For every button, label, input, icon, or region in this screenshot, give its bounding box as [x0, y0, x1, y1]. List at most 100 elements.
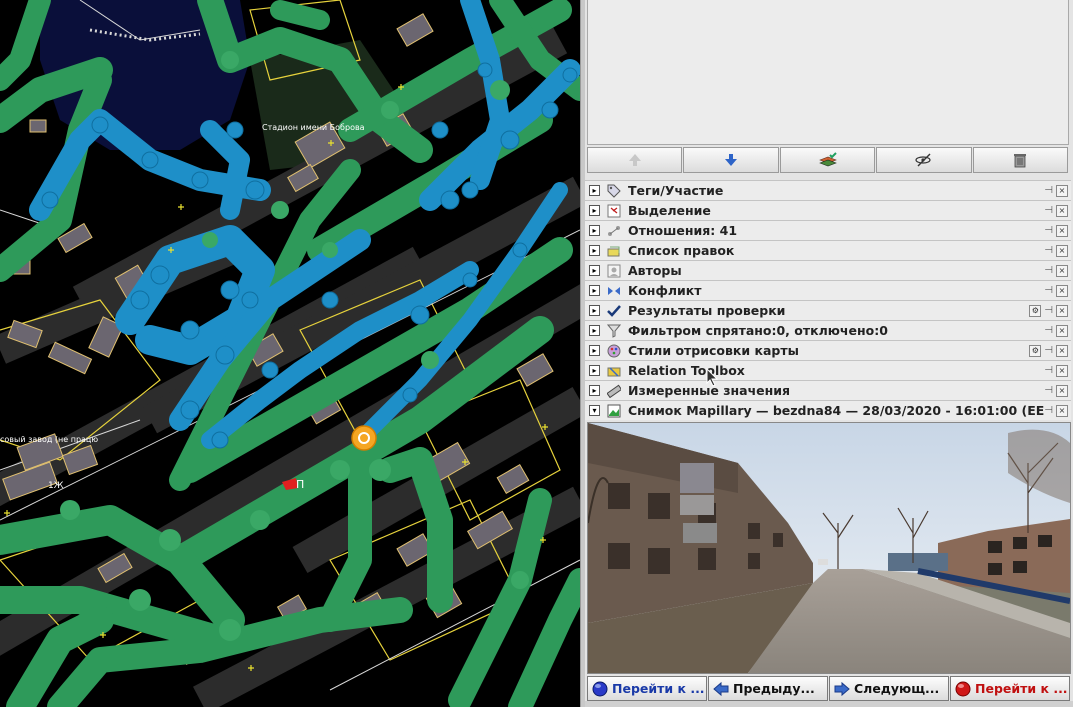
pin-icon[interactable]: ⊣	[1044, 185, 1053, 196]
arrow-up-icon	[628, 154, 641, 166]
goto-red-button[interactable]: Перейти к ...	[950, 676, 1070, 701]
toggle-dialog-list: ▸ Теги/Участие ⊣ × ▸ Выделение ⊣ × ▸ Отнош…	[585, 180, 1071, 420]
pin-icon[interactable]: ⊣	[1044, 325, 1053, 336]
filter-icon	[606, 323, 621, 338]
next-button[interactable]: Следующ...	[829, 676, 949, 701]
panel-relation-toolbox[interactable]: ▸ Relation Toolbox ⊣ ×	[585, 360, 1071, 380]
expand-toggle[interactable]: ▸	[589, 365, 600, 376]
image-navigation: Перейти к ... Предыду... Следующ... Пере…	[587, 676, 1071, 701]
mapillary-photo[interactable]	[587, 422, 1071, 674]
activate-layer-button[interactable]	[779, 147, 876, 173]
map-label-mark: П	[296, 478, 304, 491]
move-up-button[interactable]	[587, 147, 683, 173]
status-strip	[585, 701, 1073, 707]
previous-button[interactable]: Предыду...	[708, 676, 828, 701]
conflict-icon	[606, 283, 621, 298]
map-view[interactable]: Стадион имени Боброва совый завод (не пр…	[0, 0, 580, 707]
panel-title: Выделение	[628, 203, 711, 218]
expand-toggle[interactable]: ▸	[589, 285, 600, 296]
mapillary-image-icon	[606, 403, 621, 418]
panel-title: Снимок Mapillary — bezdna84 — 28/03/2020…	[628, 403, 1045, 418]
panel-title: Конфликт	[628, 283, 702, 298]
validation-icon	[606, 303, 621, 318]
pin-icon[interactable]: ⊣	[1044, 385, 1053, 396]
pin-icon[interactable]: ⊣	[1044, 205, 1053, 216]
delete-layer-button[interactable]	[972, 147, 1069, 173]
panel-conflict[interactable]: ▸ Конфликт ⊣ ×	[585, 280, 1071, 300]
panel-title: Стили отрисовки карты	[628, 343, 799, 358]
panel-title: Список правок	[628, 243, 735, 258]
eye-slash-icon	[915, 153, 931, 167]
panel-map-styles[interactable]: ▸ Стили отрисовки карты ⚙ ⊣ ×	[585, 340, 1071, 360]
expand-toggle[interactable]: ▸	[589, 205, 600, 216]
close-icon[interactable]: ×	[1056, 264, 1068, 277]
pin-icon[interactable]: ⊣	[1044, 305, 1053, 316]
layer-toolbar	[587, 147, 1069, 173]
panel-tags[interactable]: ▸ Теги/Участие ⊣ ×	[585, 180, 1071, 200]
previous-label: Предыду...	[733, 681, 815, 696]
close-icon[interactable]: ×	[1056, 364, 1068, 377]
map-canvas[interactable]: Стадион имени Боброва совый завод (не пр…	[0, 0, 580, 707]
close-icon[interactable]: ×	[1056, 204, 1068, 217]
settings-icon[interactable]: ⚙	[1029, 304, 1042, 317]
panel-filter[interactable]: ▸ Фильтром спрятано:0, отключено:0 ⊣ ×	[585, 320, 1071, 340]
map-label-stadium: Стадион имени Боброва	[262, 123, 365, 132]
selected-image-marker[interactable]	[351, 425, 377, 451]
goto-red-label: Перейти к ...	[975, 681, 1068, 696]
panel-selection[interactable]: ▸ Выделение ⊣ ×	[585, 200, 1071, 220]
arrow-right-icon	[834, 681, 850, 696]
expand-toggle[interactable]: ▸	[589, 345, 600, 356]
pin-icon[interactable]: ⊣	[1044, 285, 1053, 296]
panel-authors[interactable]: ▸ Авторы ⊣ ×	[585, 260, 1071, 280]
close-icon[interactable]: ×	[1056, 304, 1068, 317]
trash-icon	[1014, 154, 1027, 168]
panel-title: Отношения: 41	[628, 223, 738, 238]
panel-measurements[interactable]: ▸ Измеренные значения ⊣ ×	[585, 380, 1071, 400]
pin-icon[interactable]: ⊣	[1044, 365, 1053, 376]
collapse-toggle[interactable]: ▾	[589, 405, 600, 416]
expand-toggle[interactable]: ▸	[589, 225, 600, 236]
expand-toggle[interactable]: ▸	[589, 385, 600, 396]
expand-toggle[interactable]: ▸	[589, 265, 600, 276]
relation-icon	[606, 223, 621, 238]
layers-check-icon	[818, 152, 837, 167]
pin-icon[interactable]: ⊣	[1044, 225, 1053, 236]
move-down-button[interactable]	[683, 147, 779, 173]
pin-icon[interactable]: ⊣	[1044, 345, 1053, 356]
pin-icon[interactable]: ⊣	[1044, 265, 1053, 276]
expand-toggle[interactable]: ▸	[589, 305, 600, 316]
close-icon[interactable]: ×	[1056, 324, 1068, 337]
panel-mapillary-image[interactable]: ▾ Снимок Mapillary — bezdna84 — 28/03/20…	[585, 400, 1071, 420]
changeset-icon	[606, 243, 621, 258]
map-label-building: 1Ж	[48, 481, 64, 491]
expand-toggle[interactable]: ▸	[589, 325, 600, 336]
panel-title: Теги/Участие	[628, 183, 724, 198]
pin-icon[interactable]: ⊣	[1044, 405, 1053, 416]
close-icon[interactable]: ×	[1056, 284, 1068, 297]
blue-circle-icon	[592, 681, 608, 696]
toggle-visibility-button[interactable]	[876, 147, 972, 173]
settings-icon[interactable]: ⚙	[1029, 344, 1042, 357]
expand-toggle[interactable]: ▸	[589, 245, 600, 256]
panel-title: Relation Toolbox	[628, 363, 745, 378]
expand-toggle[interactable]: ▸	[589, 185, 600, 196]
close-icon[interactable]: ×	[1056, 384, 1068, 397]
close-icon[interactable]: ×	[1056, 224, 1068, 237]
map-style-icon	[606, 343, 621, 358]
side-panel: ▸ Теги/Участие ⊣ × ▸ Выделение ⊣ × ▸ Отнош…	[585, 0, 1073, 707]
close-icon[interactable]: ×	[1056, 344, 1068, 357]
panel-changesets[interactable]: ▸ Список правок ⊣ ×	[585, 240, 1071, 260]
close-icon[interactable]: ×	[1056, 244, 1068, 257]
panel-title: Измеренные значения	[628, 383, 791, 398]
pin-icon[interactable]: ⊣	[1044, 245, 1053, 256]
goto-first-button[interactable]: Перейти к ...	[587, 676, 707, 701]
close-icon[interactable]: ×	[1056, 404, 1068, 417]
panel-relations[interactable]: ▸ Отношения: 41 ⊣ ×	[585, 220, 1071, 240]
layer-list[interactable]	[587, 0, 1069, 145]
arrow-down-icon	[725, 154, 738, 166]
close-icon[interactable]: ×	[1056, 184, 1068, 197]
panel-validation[interactable]: ▸ Результаты проверки ⚙ ⊣ ×	[585, 300, 1071, 320]
mouse-cursor-icon	[706, 368, 719, 387]
selection-icon	[606, 203, 621, 218]
authors-icon	[606, 263, 621, 278]
